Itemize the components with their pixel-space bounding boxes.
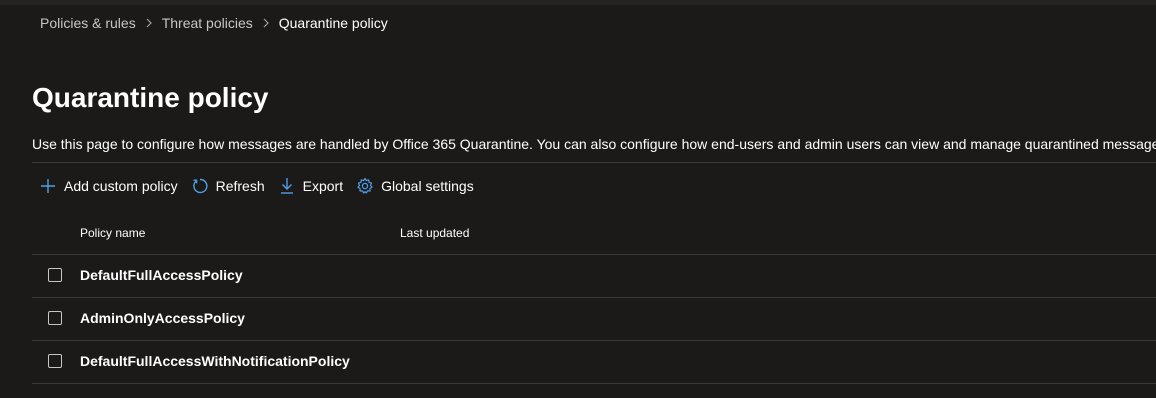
add-custom-policy-label: Add custom policy: [64, 178, 178, 194]
page-description: Use this page to configure how messages …: [32, 136, 1156, 152]
column-header-policy-name[interactable]: Policy name: [80, 226, 145, 240]
top-bar: [0, 0, 1156, 5]
policy-name[interactable]: AdminOnlyAccessPolicy: [80, 310, 245, 326]
refresh-label: Refresh: [215, 178, 265, 194]
page-title: Quarantine policy: [32, 82, 269, 113]
export-button[interactable]: Export: [271, 172, 349, 200]
row-checkbox[interactable]: [48, 311, 62, 325]
export-label: Export: [302, 178, 344, 194]
global-settings-label: Global settings: [381, 178, 474, 194]
global-settings-button[interactable]: Global settings: [349, 172, 480, 200]
download-icon: [277, 176, 297, 196]
refresh-icon: [190, 176, 210, 196]
plus-icon: [38, 176, 58, 196]
policy-name[interactable]: DefaultFullAccessWithNotificationPolicy: [80, 353, 350, 369]
toolbar: Add custom policy Refresh Export Global …: [32, 172, 480, 200]
table-row[interactable]: DefaultFullAccessWithNotificationPolicy: [32, 340, 1156, 384]
policy-table: Policy name Last updated DefaultFullAcce…: [32, 210, 1156, 384]
policy-name[interactable]: DefaultFullAccessPolicy: [80, 267, 243, 283]
breadcrumb-threat-policies[interactable]: Threat policies: [162, 14, 253, 32]
column-header-last-updated[interactable]: Last updated: [400, 226, 469, 240]
table-header: Policy name Last updated: [32, 210, 1156, 254]
table-row[interactable]: DefaultFullAccessPolicy: [32, 254, 1156, 297]
breadcrumb-quarantine-policy: Quarantine policy: [278, 15, 388, 31]
refresh-button[interactable]: Refresh: [184, 172, 271, 200]
gear-icon: [355, 176, 375, 196]
breadcrumb-policies-rules[interactable]: Policies & rules: [40, 14, 136, 32]
row-checkbox[interactable]: [48, 268, 62, 282]
chevron-right-icon: [136, 14, 162, 32]
table-row[interactable]: AdminOnlyAccessPolicy: [32, 297, 1156, 340]
row-checkbox[interactable]: [48, 354, 62, 368]
add-custom-policy-button[interactable]: Add custom policy: [32, 172, 184, 200]
breadcrumb: Policies & rules Threat policies Quarant…: [40, 14, 388, 32]
divider: [32, 162, 1156, 163]
chevron-right-icon: [253, 14, 279, 32]
